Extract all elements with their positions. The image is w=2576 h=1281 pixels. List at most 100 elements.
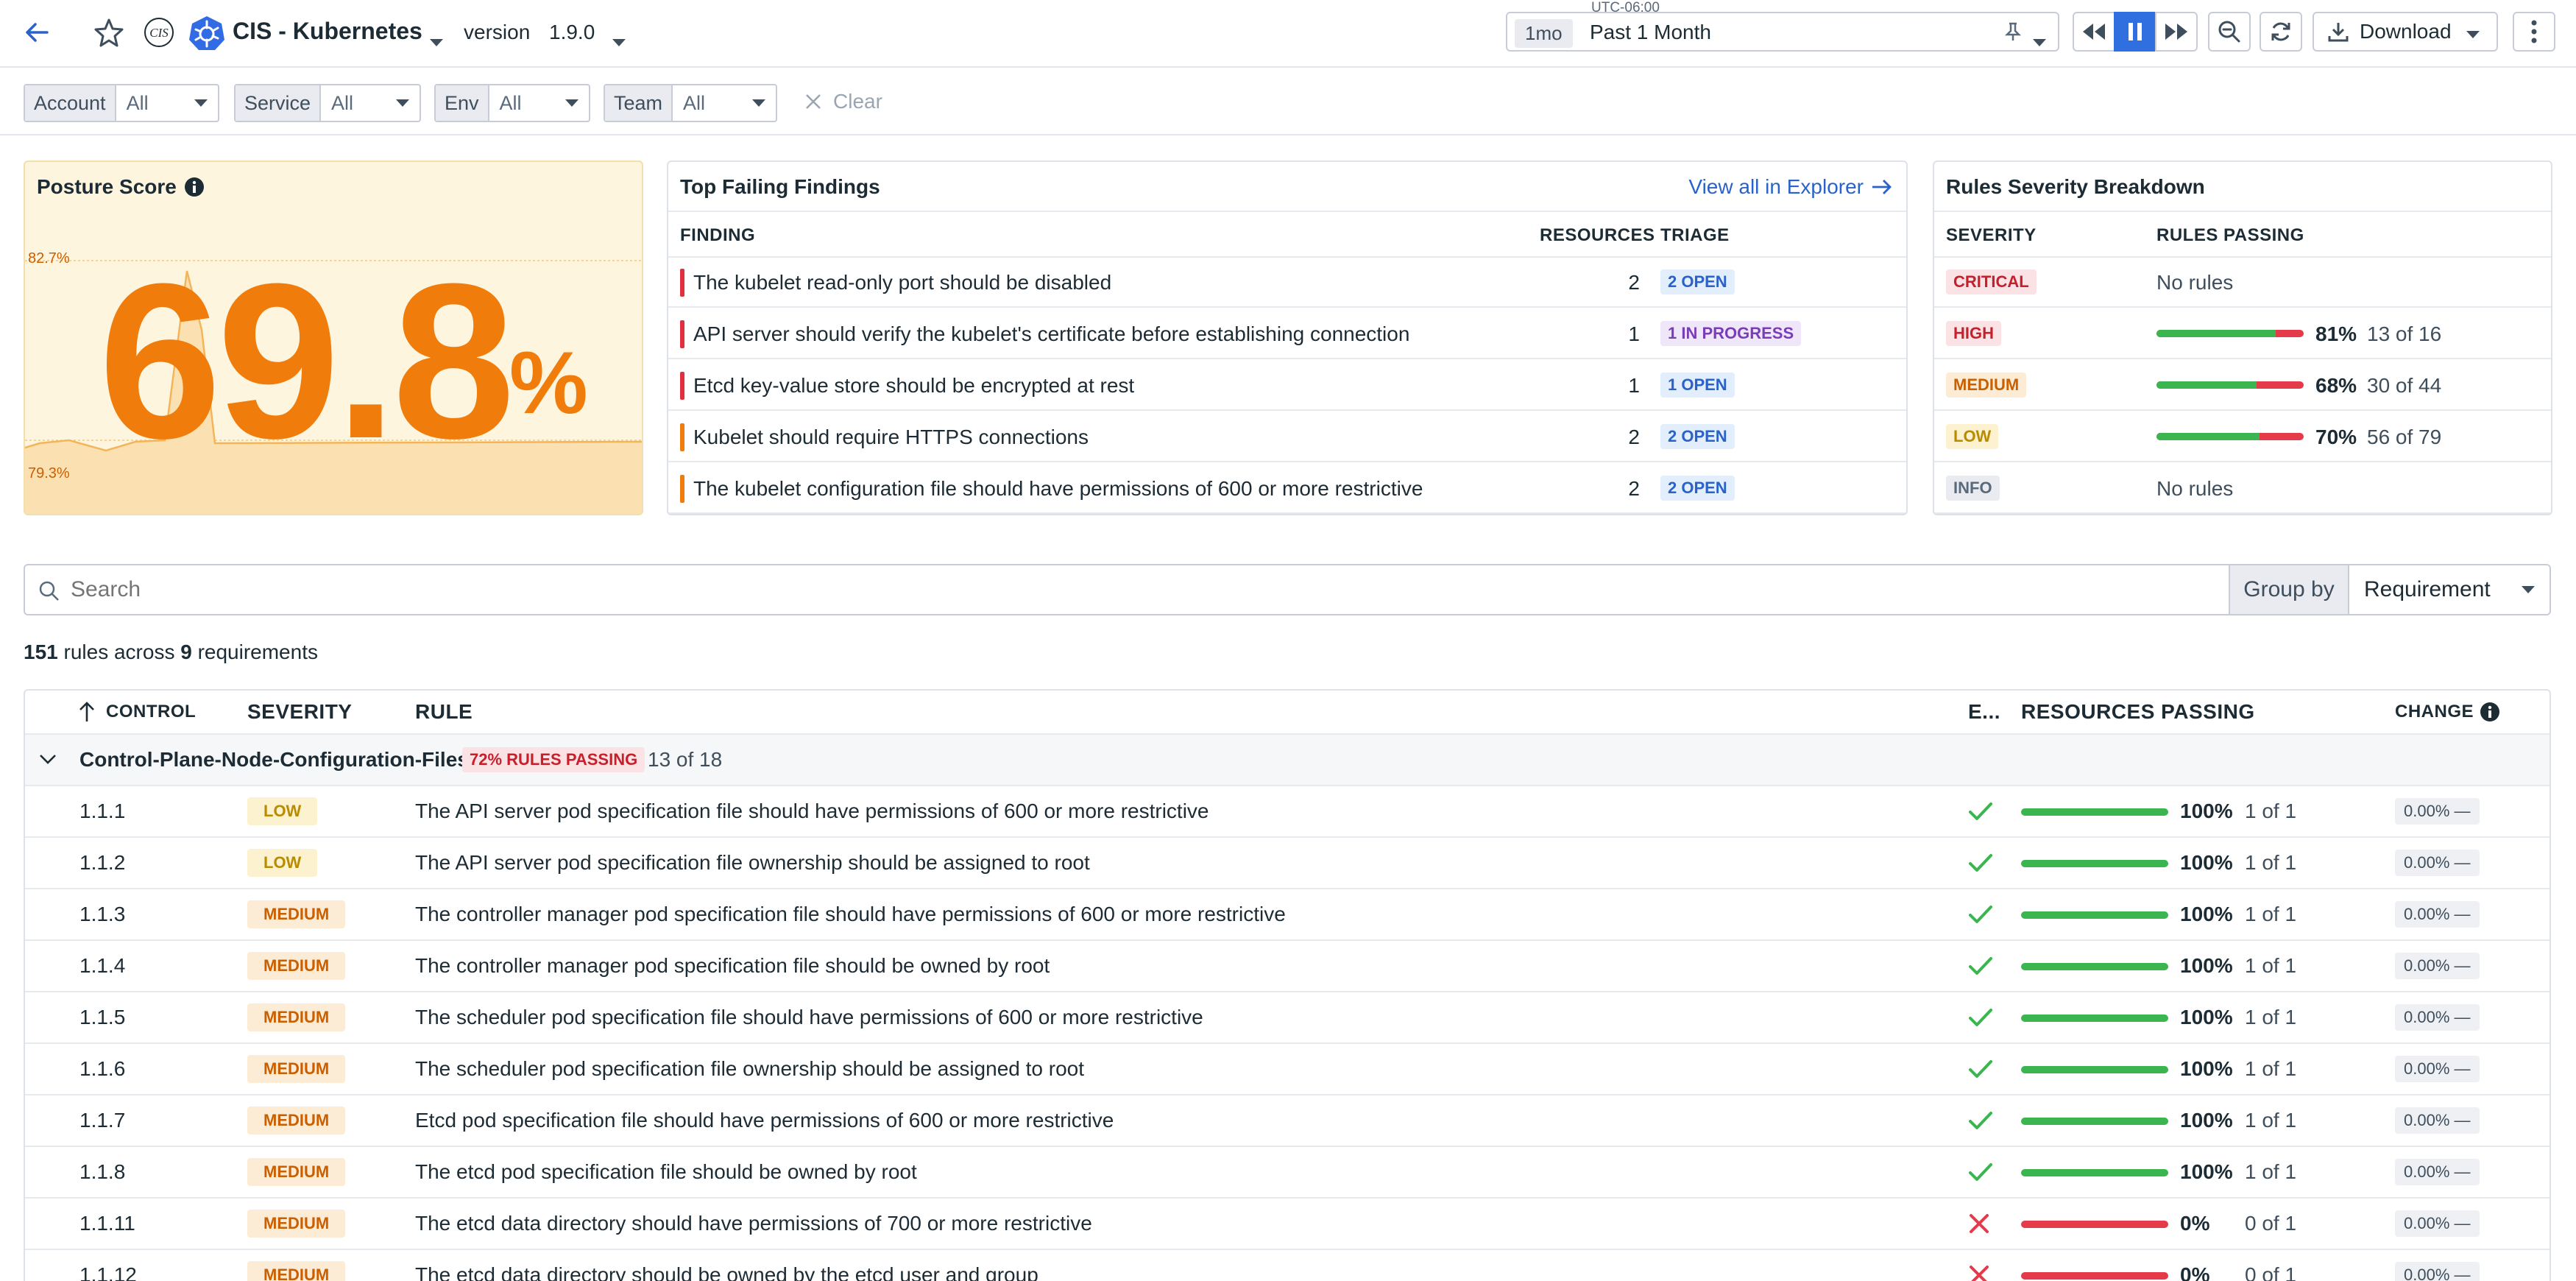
rule-title[interactable]: The controller manager pod specification… bbox=[415, 941, 1050, 991]
search-input[interactable] bbox=[71, 570, 2205, 610]
severity-row: LOW 70% 56 of 79 bbox=[1934, 411, 2551, 462]
download-button[interactable]: Download bbox=[2313, 12, 2498, 52]
more-options-button[interactable] bbox=[2513, 12, 2555, 52]
rules-passing-fill bbox=[2156, 330, 2276, 337]
rule-title[interactable]: The etcd pod specification file should b… bbox=[415, 1147, 917, 1197]
pause-button[interactable] bbox=[2114, 12, 2156, 52]
sort-control-button[interactable]: CONTROL bbox=[78, 691, 196, 733]
clear-filters-button[interactable]: Clear bbox=[804, 90, 882, 113]
finding-row[interactable]: The kubelet configuration file should ha… bbox=[668, 462, 1906, 514]
resources-passing-count: 1 of 1 bbox=[2245, 1057, 2297, 1080]
time-range-picker[interactable]: 1mo Past 1 Month bbox=[1506, 12, 2059, 52]
finding-row[interactable]: Etcd key-value store should be encrypted… bbox=[668, 359, 1906, 411]
version-value[interactable]: 1.9.0 bbox=[549, 21, 595, 44]
table-row[interactable]: 1.1.8 MEDIUM The etcd pod specification fi… bbox=[25, 1147, 2550, 1199]
column-header-change[interactable]: CHANGE bbox=[2395, 691, 2500, 733]
resources-passing-count: 0 of 1 bbox=[2245, 1263, 2297, 1281]
rule-title[interactable]: The API server pod specification file sh… bbox=[415, 786, 1209, 836]
table-row[interactable]: 1.1.6 MEDIUM The scheduler pod specificati… bbox=[25, 1044, 2550, 1095]
pass-check-icon bbox=[1968, 1147, 1993, 1197]
table-row[interactable]: 1.1.4 MEDIUM The controller manager pod sp… bbox=[25, 941, 2550, 992]
group-by-select[interactable]: Requirement bbox=[2349, 565, 2550, 614]
column-header-evaluation[interactable]: E... bbox=[1968, 691, 2000, 733]
rule-title[interactable]: Etcd pod specification file should have … bbox=[415, 1095, 1114, 1146]
finding-row[interactable]: Kubelet should require HTTPS connections… bbox=[668, 411, 1906, 462]
rules-passing-bar bbox=[2156, 433, 2304, 440]
rules-passing-bar bbox=[2156, 381, 2304, 389]
triage-badge[interactable]: 2 OPEN bbox=[1660, 269, 1735, 294]
table-row[interactable]: 1.1.12 MEDIUM The etcd data directory shou… bbox=[25, 1250, 2550, 1281]
filter-account[interactable]: Account All bbox=[24, 84, 219, 122]
rule-title[interactable]: The etcd data directory should have perm… bbox=[415, 1199, 1092, 1249]
group-row[interactable]: Control-Plane-Node-Configuration-Files 7… bbox=[25, 735, 2550, 786]
rule-title[interactable]: The scheduler pod specification file sho… bbox=[415, 992, 1203, 1042]
table-row[interactable]: 1.1.5 MEDIUM The scheduler pod specificati… bbox=[25, 992, 2550, 1044]
group-count: 13 of 18 bbox=[648, 748, 723, 771]
top-failing-title: Top Failing Findings bbox=[680, 175, 880, 198]
rule-title[interactable]: The API server pod specification file ow… bbox=[415, 838, 1090, 888]
time-range-chevron-icon[interactable] bbox=[2033, 28, 2046, 52]
resources-passing-fill bbox=[2021, 808, 2168, 816]
rules-passing-bar bbox=[2156, 330, 2304, 337]
resources-passing-percent: 0% bbox=[2180, 1212, 2210, 1235]
rules-severity-breakdown-card: Rules Severity Breakdown SEVERITY RULES … bbox=[1933, 160, 2552, 515]
rules-passing-count: 30 of 44 bbox=[2367, 374, 2442, 397]
zoom-out-button[interactable] bbox=[2208, 12, 2251, 52]
finding-title[interactable]: The kubelet configuration file should ha… bbox=[693, 477, 1423, 501]
change-badge: 0.00% — bbox=[2395, 1107, 2480, 1134]
info-icon[interactable] bbox=[2480, 702, 2500, 722]
change-badge: 0.00% — bbox=[2395, 850, 2480, 876]
filter-service[interactable]: Service All bbox=[234, 84, 421, 122]
finding-title[interactable]: Kubelet should require HTTPS connections bbox=[693, 426, 1089, 449]
view-all-explorer-link[interactable]: View all in Explorer bbox=[1688, 175, 1893, 199]
rule-title[interactable]: The scheduler pod specification file own… bbox=[415, 1044, 1084, 1094]
star-icon[interactable] bbox=[93, 16, 125, 54]
triage-badge[interactable]: 2 OPEN bbox=[1660, 424, 1735, 449]
triage-badge[interactable]: 1 IN PROGRESS bbox=[1660, 321, 1802, 346]
version-dropdown-chevron-icon[interactable] bbox=[612, 28, 626, 52]
severity-pill: MEDIUM bbox=[247, 1210, 346, 1238]
control-id: 1.1.2 bbox=[79, 851, 126, 874]
column-header-severity[interactable]: SEVERITY bbox=[247, 691, 352, 733]
table-row[interactable]: 1.1.3 MEDIUM The controller manager pod sp… bbox=[25, 889, 2550, 941]
rules-passing-fill bbox=[2156, 433, 2260, 440]
finding-row[interactable]: The kubelet read-only port should be dis… bbox=[668, 256, 1906, 308]
rule-title[interactable]: The controller manager pod specification… bbox=[415, 889, 1286, 939]
filter-team[interactable]: Team All bbox=[604, 84, 777, 122]
finding-title[interactable]: The kubelet read-only port should be dis… bbox=[693, 271, 1111, 294]
severity-row: INFO No rules bbox=[1934, 462, 2551, 514]
download-icon bbox=[2328, 23, 2349, 42]
severity-row: HIGH 81% 13 of 16 bbox=[1934, 308, 2551, 359]
refresh-button[interactable] bbox=[2260, 12, 2302, 52]
group-by-value: Requirement bbox=[2364, 577, 2491, 601]
requirements-count: 9 bbox=[180, 640, 192, 663]
back-arrow-icon[interactable] bbox=[22, 18, 52, 52]
column-header-resources-passing[interactable]: RESOURCES PASSING bbox=[2021, 691, 2255, 733]
fail-x-icon bbox=[1968, 1199, 1990, 1249]
rules-passing-percent: 81% bbox=[2315, 322, 2357, 345]
triage-badge[interactable]: 2 OPEN bbox=[1660, 476, 1735, 501]
fast-forward-button[interactable] bbox=[2155, 12, 2198, 52]
filter-env[interactable]: Env All bbox=[434, 84, 590, 122]
control-id: 1.1.7 bbox=[79, 1109, 126, 1132]
collapse-chevron-icon[interactable] bbox=[38, 735, 57, 785]
finding-title[interactable]: API server should verify the kubelet's c… bbox=[693, 322, 1409, 346]
rules-passing-percent: 68% bbox=[2315, 374, 2357, 397]
finding-title[interactable]: Etcd key-value store should be encrypted… bbox=[693, 374, 1134, 398]
control-id: 1.1.8 bbox=[79, 1160, 126, 1183]
column-header-rule[interactable]: RULE bbox=[415, 691, 473, 733]
table-row[interactable]: 1.1.11 MEDIUM The etcd data directory shou… bbox=[25, 1199, 2550, 1250]
sort-up-arrow-icon bbox=[79, 702, 94, 721]
rewind-button[interactable] bbox=[2073, 12, 2115, 52]
title-dropdown-chevron-icon[interactable] bbox=[430, 28, 443, 52]
control-id: 1.1.5 bbox=[79, 1006, 126, 1028]
resources-passing-bar bbox=[2021, 1066, 2168, 1073]
table-row[interactable]: 1.1.7 MEDIUM Etcd pod specification file s… bbox=[25, 1095, 2550, 1147]
change-badge: 0.00% — bbox=[2395, 798, 2480, 825]
table-row[interactable]: 1.1.1 LOW The API server pod specification… bbox=[25, 786, 2550, 838]
finding-row[interactable]: API server should verify the kubelet's c… bbox=[668, 308, 1906, 359]
pin-icon[interactable] bbox=[2002, 21, 2024, 48]
rule-title[interactable]: The etcd data directory should be owned … bbox=[415, 1250, 1038, 1281]
triage-badge[interactable]: 1 OPEN bbox=[1660, 373, 1735, 398]
table-row[interactable]: 1.1.2 LOW The API server pod specification… bbox=[25, 838, 2550, 889]
